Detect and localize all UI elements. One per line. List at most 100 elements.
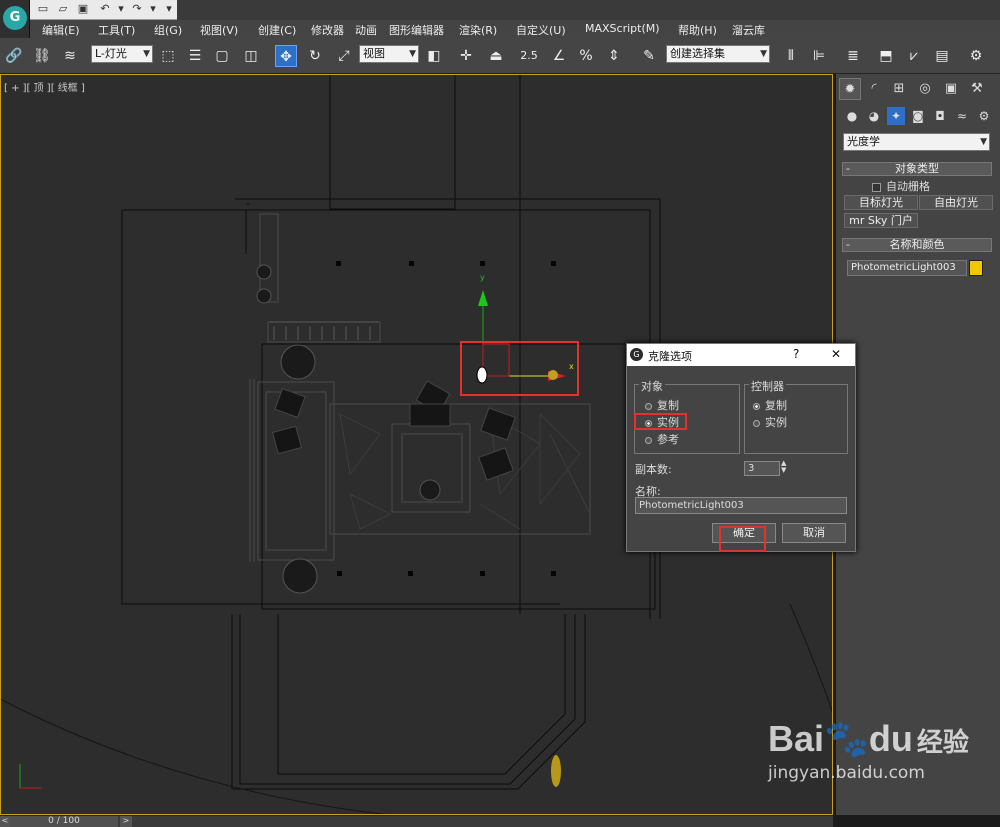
rectangular-selection-icon[interactable]: ▢	[211, 45, 233, 67]
display-tab-icon[interactable]: ▣	[940, 78, 962, 100]
hierarchy-tab-icon[interactable]: ⊞	[888, 78, 910, 100]
cancel-button[interactable]: 取消	[782, 523, 846, 543]
select-and-scale-icon[interactable]: ⤢	[333, 45, 355, 67]
app-menu-button[interactable]: G	[0, 0, 30, 38]
named-selection-set-value: 创建选择集	[670, 47, 725, 60]
select-and-move-icon[interactable]: ✥	[275, 45, 297, 67]
viewport-label[interactable]: [ + ][ 顶 ][ 线框 ]	[4, 79, 85, 94]
target-light-button[interactable]: 目标灯光	[844, 195, 918, 210]
helpers-icon[interactable]: ◘	[931, 107, 949, 125]
free-light-button[interactable]: 自由灯光	[919, 195, 993, 210]
selection-filter-dropdown[interactable]: L-灯光 ▼	[91, 45, 153, 63]
object-color-swatch[interactable]	[969, 260, 983, 276]
menu-create[interactable]: 创建(C)	[258, 22, 296, 38]
menu-rendering[interactable]: 渲染(R)	[459, 22, 497, 38]
unlink-icon[interactable]: ⛓	[31, 45, 53, 67]
gizmo-y-label: y	[480, 273, 485, 282]
lights-icon[interactable]: ✦	[887, 107, 905, 125]
collapse-icon: -	[846, 238, 850, 251]
controller-radio-instance[interactable]: 实例	[753, 414, 787, 430]
layer-manager-icon[interactable]: ≣	[842, 45, 864, 67]
edit-named-selection-icon[interactable]: ✎	[638, 45, 660, 67]
select-and-manipulate-icon[interactable]: ✛	[455, 45, 477, 67]
command-panel: ✹ ◜ ⊞ ◎ ▣ ⚒ ● ◕ ✦ ◙ ◘ ≈ ⚙ 光度学 ▼ - 对象类型 自动栅…	[836, 74, 1000, 815]
autogrid-checkbox[interactable]: 自动栅格	[872, 178, 930, 194]
undo-dropdown-icon[interactable]: ▾	[114, 2, 128, 16]
close-icon[interactable]: ✕	[831, 347, 841, 361]
light-category-dropdown[interactable]: 光度学 ▼	[843, 133, 990, 151]
redo-dropdown-icon[interactable]: ▾	[146, 2, 160, 16]
align-icon[interactable]: ⊫	[808, 45, 830, 67]
space-warps-icon[interactable]: ≈	[953, 107, 971, 125]
time-slider-frame[interactable]: 0 / 100	[10, 816, 118, 827]
cameras-icon[interactable]: ◙	[909, 107, 927, 125]
group-label: 对象	[639, 378, 665, 394]
snaps-toggle-icon[interactable]: 2.5	[518, 45, 540, 67]
menu-edit[interactable]: 编辑(E)	[42, 22, 80, 38]
menu-customize[interactable]: 自定义(U)	[516, 22, 566, 38]
named-selection-set-dropdown[interactable]: 创建选择集 ▼	[666, 45, 770, 63]
menu-group[interactable]: 组(G)	[154, 22, 182, 38]
spinner-arrows-icon[interactable]: ▲ ▼	[781, 460, 786, 474]
menu-help[interactable]: 帮助(H)	[678, 22, 717, 38]
window-crossing-icon[interactable]: ◫	[240, 45, 262, 67]
customize-qat-icon[interactable]: ▾	[162, 2, 176, 16]
link-icon[interactable]: 🔗	[3, 45, 25, 67]
curve-editor-icon[interactable]: ⬒	[875, 45, 897, 67]
new-file-icon[interactable]: ▭	[36, 2, 50, 16]
redo-icon[interactable]: ↷	[130, 2, 144, 16]
percent-snap-icon[interactable]: %	[575, 45, 597, 67]
time-next-button[interactable]: >	[120, 816, 132, 827]
radio-copy[interactable]: 复制	[645, 397, 679, 413]
scene-boundary-arc	[0, 698, 690, 815]
menu-animation[interactable]: 动画	[355, 22, 377, 38]
pivot-center-icon[interactable]: ◧	[423, 45, 445, 67]
gizmo-y-arrow	[478, 290, 488, 306]
menu-tools[interactable]: 工具(T)	[98, 22, 135, 38]
clone-name-field[interactable]: PhotometricLight003	[635, 497, 847, 514]
radio-reference[interactable]: 参考	[645, 431, 679, 447]
select-and-rotate-icon[interactable]: ↻	[304, 45, 326, 67]
object-name-field[interactable]: PhotometricLight003	[847, 260, 967, 276]
modify-tab-icon[interactable]: ◜	[863, 78, 885, 100]
controller-radio-copy[interactable]: 复制	[753, 397, 787, 413]
help-button[interactable]: ?	[793, 347, 799, 361]
balcony-outline	[231, 614, 586, 790]
menu-views[interactable]: 视图(V)	[200, 22, 238, 38]
utilities-tab-icon[interactable]: ⚒	[966, 78, 988, 100]
ok-button[interactable]: 确定	[712, 523, 776, 543]
undo-icon[interactable]: ↶	[98, 2, 112, 16]
copies-spinner[interactable]: 3	[744, 461, 780, 476]
keyboard-shortcut-toggle-icon[interactable]: ⏏	[485, 45, 507, 67]
angle-snap-icon[interactable]: ∠	[548, 45, 570, 67]
select-object-icon[interactable]: ⬚	[157, 45, 179, 67]
menu-maxscript[interactable]: MAXScript(M)	[585, 22, 660, 35]
systems-icon[interactable]: ⚙	[975, 107, 993, 125]
menu-modifiers[interactable]: 修改器	[311, 22, 344, 38]
watermark-suffix: 经验	[916, 727, 969, 757]
select-by-name-icon[interactable]: ☰	[184, 45, 206, 67]
render-setup-icon[interactable]: ⚙	[965, 45, 987, 67]
name-color-rollout-header[interactable]: - 名称和颜色	[842, 238, 992, 252]
menu-graph-editors[interactable]: 图形编辑器	[389, 22, 444, 38]
plant-circle	[280, 344, 316, 380]
schematic-view-icon[interactable]: ⩗	[903, 45, 925, 67]
create-tab-icon[interactable]: ✹	[839, 78, 861, 100]
motion-tab-icon[interactable]: ◎	[914, 78, 936, 100]
save-icon[interactable]: ▣	[76, 2, 90, 16]
material-editor-icon[interactable]: ▤	[931, 45, 953, 67]
reference-coordinate-dropdown[interactable]: 视图 ▼	[359, 45, 419, 63]
time-slider[interactable]: < 0 / 100 >	[0, 815, 833, 827]
shapes-icon[interactable]: ◕	[865, 107, 883, 125]
menu-cloud-library[interactable]: 溜云库	[732, 22, 765, 38]
time-prev-button[interactable]: <	[0, 816, 10, 827]
bind-space-warp-icon[interactable]: ≋	[59, 45, 81, 67]
spinner-snap-icon[interactable]: ⇕	[603, 45, 625, 67]
geometry-icon[interactable]: ●	[843, 107, 861, 125]
object-type-rollout-header[interactable]: - 对象类型	[842, 162, 992, 176]
mirror-icon[interactable]: ⫴	[780, 45, 802, 67]
open-file-icon[interactable]: ▱	[56, 2, 70, 16]
radio-instance[interactable]: 实例	[645, 414, 679, 430]
mr-sky-portal-button[interactable]: mr Sky 门户	[844, 213, 918, 228]
controller-group: 控制器 复制 实例	[744, 378, 848, 454]
